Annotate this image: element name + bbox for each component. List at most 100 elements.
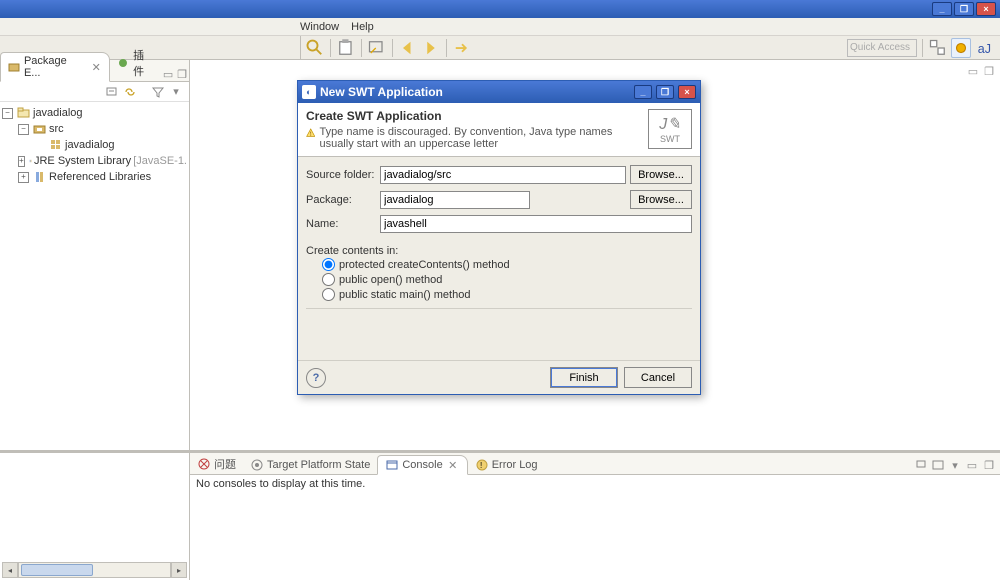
help-button[interactable]: ? — [306, 368, 326, 388]
nav-right-icon[interactable] — [452, 38, 472, 58]
package-label: Package: — [306, 194, 376, 206]
tab-label: Package E... — [24, 55, 86, 79]
browse-source-button[interactable]: Browse... — [630, 165, 692, 184]
error-log-tab[interactable]: ! Error Log — [468, 456, 545, 475]
target-icon — [250, 458, 264, 472]
jre-node[interactable]: + JRE System Library [JavaSE-1. — [2, 153, 187, 169]
quick-access-input[interactable]: Quick Access — [847, 39, 917, 57]
filter-icon[interactable] — [151, 85, 165, 99]
warning-icon — [306, 126, 315, 140]
jre-label: JRE System Library — [34, 155, 131, 167]
contents-label: Create contents in: — [306, 245, 692, 257]
project-icon — [17, 106, 31, 120]
cancel-button[interactable]: Cancel — [624, 367, 692, 388]
svg-text:!: ! — [480, 461, 482, 470]
new-swt-application-dialog: ◐ New SWT Application _ ❐ × Create SWT A… — [297, 80, 701, 395]
project-tree[interactable]: − javadialog − src javadialog + — [0, 102, 189, 450]
package-explorer-tab[interactable]: Package E... ✕ — [0, 52, 110, 82]
package-explorer-view: Package E... ✕ 插件 ▭ ❐ ▾ − — [0, 60, 190, 450]
dialog-title: New SWT Application — [320, 85, 443, 99]
name-input[interactable] — [380, 215, 692, 233]
problems-tab[interactable]: 问题 — [190, 454, 243, 475]
window-titlebar: _ ❐ × — [0, 0, 1000, 18]
console-message: No consoles to display at this time. — [196, 478, 365, 490]
panel-maximize-icon[interactable]: ❐ — [982, 458, 996, 472]
browse-package-button[interactable]: Browse... — [630, 190, 692, 209]
link-editor-icon[interactable] — [123, 85, 137, 99]
window-close-button[interactable]: × — [976, 2, 996, 16]
scroll-left-button[interactable]: ◂ — [2, 562, 18, 578]
scrollbar-thumb[interactable] — [21, 564, 93, 576]
console-tab[interactable]: Console ✕ — [377, 455, 467, 475]
library-icon — [33, 170, 47, 184]
back-icon[interactable] — [398, 38, 418, 58]
package-label: javadialog — [65, 139, 115, 151]
pin-console-icon[interactable] — [914, 458, 928, 472]
radio-main[interactable] — [322, 288, 335, 301]
scrollbar-track[interactable] — [18, 562, 171, 578]
tab-label: Error Log — [492, 459, 538, 471]
source-folder-label: Source folder: — [306, 169, 376, 181]
radio-create-contents[interactable] — [322, 258, 335, 271]
dialog-heading: Create SWT Application — [306, 109, 640, 123]
target-platform-tab[interactable]: Target Platform State — [243, 456, 377, 475]
bottom-tabs: 问题 Target Platform State Console ✕ ! Err… — [190, 453, 1000, 475]
jre-suffix: [JavaSE-1. — [133, 155, 187, 167]
sidebar-hscroll: ◂ ▸ — [0, 453, 190, 580]
dialog-minimize-button[interactable]: _ — [634, 85, 652, 99]
src-folder-icon — [33, 122, 47, 136]
close-tab-icon[interactable]: ✕ — [446, 458, 460, 472]
library-icon — [29, 154, 32, 168]
svg-text:aJ: aJ — [978, 42, 991, 56]
package-icon — [7, 60, 21, 74]
view-maximize-icon[interactable]: ❐ — [175, 67, 189, 81]
dialog-titlebar[interactable]: ◐ New SWT Application _ ❐ × — [298, 81, 700, 103]
perspective-icon[interactable] — [928, 38, 948, 58]
forward-icon[interactable] — [421, 38, 441, 58]
dialog-maximize-button[interactable]: ❐ — [656, 85, 674, 99]
editor-maximize-icon[interactable]: ❐ — [982, 64, 996, 78]
project-label: javadialog — [33, 107, 83, 119]
project-node[interactable]: − javadialog — [2, 105, 187, 121]
plugin-icon — [116, 56, 130, 70]
close-tab-icon[interactable]: ✕ — [89, 60, 103, 74]
collapse-all-icon[interactable] — [105, 85, 119, 99]
dialog-icon: ◐ — [302, 85, 316, 99]
tab-label: Target Platform State — [267, 459, 370, 471]
scroll-right-button[interactable]: ▸ — [171, 562, 187, 578]
view-minimize-icon[interactable]: ▭ — [161, 67, 175, 81]
view-menu-icon[interactable]: ▾ — [169, 85, 183, 99]
reflib-label: Referenced Libraries — [49, 171, 151, 183]
package-input[interactable] — [380, 191, 530, 209]
radio-label: public open() method — [339, 274, 442, 286]
source-folder-input[interactable] — [380, 166, 626, 184]
window-minimize-button[interactable]: _ — [932, 2, 952, 16]
error-log-icon: ! — [475, 458, 489, 472]
problems-icon — [197, 457, 211, 471]
search-icon[interactable] — [305, 38, 325, 58]
window-maximize-button[interactable]: ❐ — [954, 2, 974, 16]
src-label: src — [49, 123, 64, 135]
package-icon — [49, 138, 63, 152]
panel-minimize-icon[interactable]: ▭ — [965, 458, 979, 472]
tab-label: 插件 — [133, 47, 155, 79]
menu-window[interactable]: Window — [300, 21, 339, 33]
radio-open[interactable] — [322, 273, 335, 286]
src-node[interactable]: − src — [2, 121, 187, 137]
tab-label: Console — [402, 459, 442, 471]
finish-button[interactable]: Finish — [550, 367, 618, 388]
paste-icon[interactable] — [336, 38, 356, 58]
editor-minimize-icon[interactable]: ▭ — [966, 64, 980, 78]
plugin-perspective-icon[interactable] — [951, 38, 971, 58]
open-console-icon[interactable]: ▾ — [948, 458, 962, 472]
display-console-icon[interactable] — [931, 458, 945, 472]
menu-help[interactable]: Help — [351, 21, 374, 33]
plugins-tab[interactable]: 插件 — [110, 45, 161, 81]
dialog-close-button[interactable]: × — [678, 85, 696, 99]
java-perspective-icon[interactable]: aJ — [974, 38, 994, 58]
swt-logo: J✎ SWT — [648, 109, 692, 149]
reflib-node[interactable]: + Referenced Libraries — [2, 169, 187, 185]
console-icon — [385, 458, 399, 472]
package-node[interactable]: javadialog — [2, 137, 187, 153]
dropdown-icon[interactable] — [367, 38, 387, 58]
